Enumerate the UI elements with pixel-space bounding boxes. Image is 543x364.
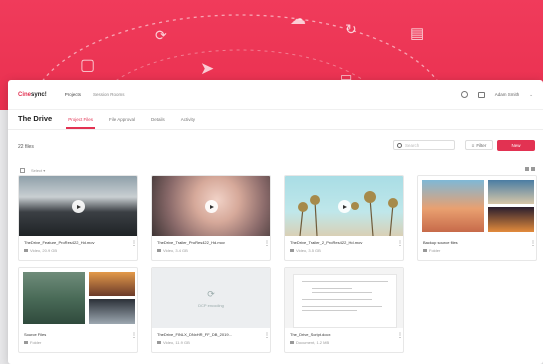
video-thumbnail bbox=[285, 176, 403, 236]
encoding-placeholder: ⟳ DCP encoding bbox=[152, 268, 270, 328]
video-thumbnail bbox=[152, 176, 270, 236]
preview-image bbox=[89, 299, 135, 324]
video-icon bbox=[290, 249, 294, 252]
file-type: Document, 1.2 MB bbox=[296, 340, 330, 345]
video-icon bbox=[157, 249, 161, 252]
more-options-icon[interactable]: ⋮ bbox=[131, 241, 137, 247]
project-header: The Drive Project Files File Approval De… bbox=[8, 110, 543, 130]
user-menu[interactable]: Adam Smith bbox=[495, 92, 520, 97]
file-card[interactable]: ⟳ DCP encoding TheDrive_FINLX_DNxHR_FF_D… bbox=[151, 267, 271, 353]
folder-preview bbox=[418, 176, 536, 236]
file-name: TheDrive_Trailer_ProRes422_Hd.mov bbox=[157, 240, 225, 245]
file-type: Folder bbox=[429, 248, 441, 253]
tab-activity[interactable]: Activity bbox=[179, 117, 197, 129]
film-icon: ▤ bbox=[410, 25, 425, 42]
document-preview bbox=[285, 268, 403, 328]
page-title: The Drive bbox=[18, 114, 53, 123]
search-input[interactable]: Search bbox=[393, 140, 455, 150]
more-options-icon[interactable]: ⋮ bbox=[131, 333, 137, 339]
tab-file-approval[interactable]: File Approval bbox=[107, 117, 137, 129]
file-card[interactable]: TheDrive_Feature_ProRes422_Hd.mov Video,… bbox=[18, 175, 138, 261]
file-count: 22 files bbox=[18, 144, 34, 150]
file-name: The_Drive_Script.docx bbox=[290, 332, 331, 337]
file-name: TheDrive_FINLX_DNxHR_FF_DB_2019... bbox=[157, 332, 232, 337]
cloud-upload-icon: ☁ bbox=[290, 11, 306, 28]
document-page bbox=[293, 274, 397, 328]
more-options-icon[interactable]: ⋮ bbox=[397, 241, 403, 247]
file-name: Source Files bbox=[24, 332, 47, 337]
tab-project-files[interactable]: Project Files bbox=[66, 117, 95, 129]
file-name: TheDrive_Trailer_2_ProRes422_Hd.mov bbox=[290, 240, 363, 245]
play-icon[interactable] bbox=[205, 200, 218, 213]
refresh-icon: ↻ bbox=[345, 21, 357, 37]
video-thumbnail bbox=[19, 176, 137, 236]
document-icon: ▢ bbox=[80, 57, 96, 74]
cart-icon[interactable] bbox=[477, 91, 485, 98]
select-all-checkbox[interactable] bbox=[20, 167, 25, 173]
tab-details[interactable]: Details bbox=[149, 117, 167, 129]
folder-preview bbox=[19, 268, 137, 328]
nav-projects[interactable]: Projects bbox=[65, 92, 81, 97]
video-icon bbox=[157, 341, 161, 344]
preview-image bbox=[488, 180, 534, 204]
encoding-icon: ⟳ bbox=[207, 288, 215, 299]
file-type: Video, 3.4 GB bbox=[163, 248, 188, 253]
top-bar: Cinesync! Projects Session Rooms Adam Sm… bbox=[8, 80, 543, 110]
video-icon bbox=[24, 249, 28, 252]
help-icon[interactable] bbox=[460, 91, 468, 98]
more-options-icon[interactable]: ⋮ bbox=[397, 333, 403, 339]
play-icon[interactable] bbox=[72, 200, 85, 213]
files-toolbar: 22 files Search ≡ Filter New bbox=[8, 130, 543, 164]
folder-card[interactable]: Backup source files Folder ⋮ bbox=[417, 175, 537, 261]
file-type: Video, 3.5 GB bbox=[296, 248, 321, 253]
encoding-label: DCP encoding bbox=[198, 302, 224, 308]
select-dropdown[interactable]: Select ▾ bbox=[31, 168, 45, 173]
nav-session-rooms[interactable]: Session Rooms bbox=[93, 92, 125, 97]
more-options-icon[interactable]: ⋮ bbox=[530, 241, 536, 247]
folder-icon bbox=[423, 249, 427, 252]
play-icon[interactable] bbox=[338, 200, 351, 213]
preview-image bbox=[422, 180, 484, 232]
filter-icon: ≡ bbox=[471, 142, 475, 148]
file-type: Video, 20.9 GB bbox=[30, 248, 58, 253]
new-button[interactable]: New bbox=[497, 140, 535, 151]
file-name: TheDrive_Feature_ProRes422_Hd.mov bbox=[24, 240, 95, 245]
folder-icon bbox=[24, 341, 28, 344]
file-card[interactable]: TheDrive_Trailer_2_ProRes422_Hd.mov Vide… bbox=[284, 175, 404, 261]
file-type: Video, 11.9 GB bbox=[163, 340, 190, 345]
chevron-down-icon[interactable]: ⌄ bbox=[529, 92, 533, 98]
preview-image bbox=[488, 207, 534, 232]
document-icon bbox=[290, 341, 294, 344]
file-name: Backup source files bbox=[423, 240, 458, 245]
search-icon bbox=[397, 142, 402, 148]
file-card[interactable]: The_Drive_Script.docx Document, 1.2 MB ⋮ bbox=[284, 267, 404, 353]
app-logo[interactable]: Cinesync! bbox=[18, 92, 47, 98]
folder-card[interactable]: Source Files Folder ⋮ bbox=[18, 267, 138, 353]
preview-image bbox=[23, 272, 85, 324]
sync-icon: ⟳ bbox=[155, 27, 167, 43]
more-options-icon[interactable]: ⋮ bbox=[264, 333, 270, 339]
file-type: Folder bbox=[30, 340, 42, 345]
preview-image bbox=[89, 272, 135, 296]
filter-button[interactable]: ≡ Filter bbox=[465, 140, 493, 150]
grid-view-toggle[interactable] bbox=[525, 167, 535, 171]
paper-plane-icon: ➤ bbox=[200, 59, 215, 78]
file-card[interactable]: TheDrive_Trailer_ProRes422_Hd.mov Video,… bbox=[151, 175, 271, 261]
more-options-icon[interactable]: ⋮ bbox=[264, 241, 270, 247]
